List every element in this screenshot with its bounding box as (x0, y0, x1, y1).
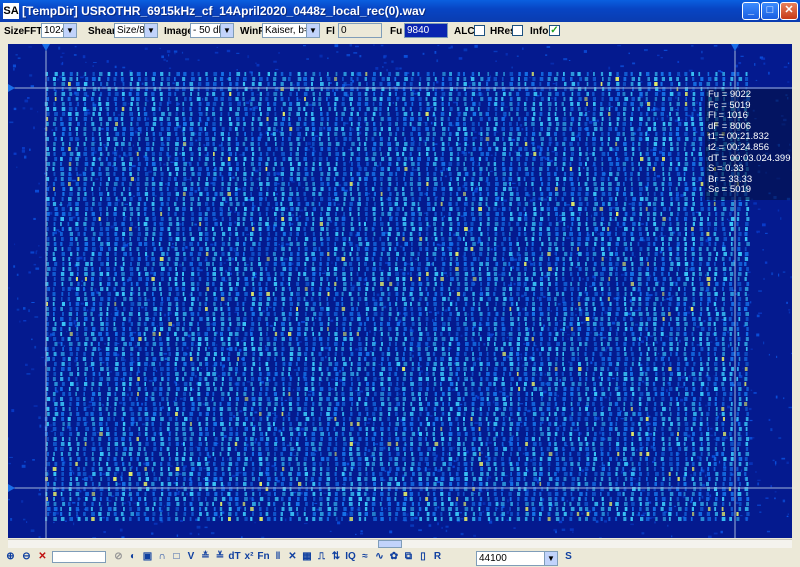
pulse-icon[interactable]: ⎍ (315, 550, 328, 563)
samplerate-value: 44100 (479, 553, 507, 564)
iq-icon[interactable]: IQ (344, 550, 357, 563)
page-icon[interactable]: ▯ (417, 550, 430, 563)
info-t2: t2 = 00:24.856 (708, 141, 770, 153)
shear-label: Shear (88, 26, 116, 37)
alc-checkbox[interactable] (474, 25, 485, 36)
info-checkbox[interactable]: ✓ (549, 25, 560, 36)
minimize-button[interactable]: _ (742, 2, 760, 20)
fl-label: Fl (326, 26, 335, 37)
fn-icon[interactable]: Fn (257, 550, 270, 563)
chevron-down-icon[interactable]: ▼ (306, 24, 319, 37)
spectrogram-image[interactable] (8, 44, 792, 538)
wave2-icon[interactable]: ∿ (373, 550, 386, 563)
cross-x-icon[interactable]: ✕ (286, 550, 299, 563)
fl-field[interactable]: 0 (338, 23, 382, 38)
position-field[interactable] (52, 551, 106, 563)
title-bar: SA [TempDir] USROTHR_6915kHz_cf_14April2… (0, 0, 800, 22)
alc-label: ALC (454, 26, 475, 37)
toolbar: SizeFFT 1024 ▼ Shear Size/8 ▼ Image - 50… (0, 22, 800, 42)
info-fu: Fu = 9022 (708, 89, 752, 100)
fu-label: Fu (390, 26, 403, 37)
wave-icon[interactable]: ≈ (359, 550, 372, 563)
image-select[interactable]: - 50 db ▼ (190, 23, 234, 38)
maximize-button[interactable]: □ (761, 2, 779, 20)
v-icon[interactable]: V (185, 550, 198, 563)
spectrogram-view[interactable]: Fu = 9022 Fc = 5019 Fl = 1016 dF = 8006 … (8, 44, 792, 538)
disabled-icon[interactable]: ⊘ (112, 550, 125, 563)
samplerate-select[interactable]: 44100 ▼ (476, 551, 558, 566)
bottom-toolbar: 44100 ▼ ⊕ ⊖ ✕ ⊘ ◐ ▣ ∩ □ V ≛ ≚ dT x² Fn ‖ ✕ ▦ ⎍ ⇅ IQ ≈ ∿ ✿ ⧉ ▯ R S (0, 548, 800, 567)
image-label: Image (164, 26, 193, 37)
x2-icon[interactable]: x² (243, 550, 256, 563)
winf-label: WinF (240, 26, 265, 37)
stack-up-icon[interactable]: ≛ (199, 550, 212, 563)
dt-icon[interactable]: dT (228, 550, 241, 563)
window-title: [TempDir] USROTHR_6915kHz_cf_14April2020… (22, 4, 426, 18)
stack-down-icon[interactable]: ≚ (214, 550, 227, 563)
gear-icon[interactable]: ✿ (388, 550, 401, 563)
winf-select[interactable]: Kaiser, b=8 ▼ (262, 23, 320, 38)
chevron-down-icon[interactable]: ▼ (544, 552, 557, 565)
copy-icon[interactable]: ⧉ (402, 550, 415, 563)
scrollbar-thumb[interactable] (378, 540, 402, 548)
s-icon[interactable]: S (562, 550, 575, 563)
stop-icon[interactable]: ▣ (141, 550, 154, 563)
grid-icon[interactable]: ▦ (301, 550, 314, 563)
zoom-in-icon[interactable]: ⊕ (4, 550, 17, 563)
sort-icon[interactable]: ⇅ (330, 550, 343, 563)
chevron-down-icon[interactable]: ▼ (63, 24, 76, 37)
speaker-icon[interactable]: ◐ (127, 550, 140, 563)
info-sc: Sc = 5019 (708, 184, 752, 196)
hres-checkbox[interactable] (512, 25, 523, 36)
shear-select[interactable]: Size/8 ▼ (114, 23, 158, 38)
arc-icon[interactable]: ∩ (156, 550, 169, 563)
square-icon[interactable]: □ (170, 550, 183, 563)
info-label: Info (530, 26, 549, 37)
sizefft-label: SizeFFT (4, 26, 43, 37)
zoom-out-icon[interactable]: ⊖ (20, 550, 33, 563)
r-icon[interactable]: R (431, 550, 444, 563)
bars-icon[interactable]: ‖ (272, 550, 285, 563)
app-icon[interactable]: SA (3, 3, 19, 19)
close-button[interactable]: ✕ (780, 2, 798, 20)
sizefft-select[interactable]: 1024 ▼ (41, 23, 77, 38)
info-overlay: Fu = 9022 Fc = 5019 Fl = 1016 dF = 8006 … (705, 89, 792, 200)
fu-field[interactable]: 9840 (404, 23, 448, 38)
chevron-down-icon[interactable]: ▼ (144, 24, 157, 37)
cross-icon[interactable]: ✕ (36, 550, 49, 563)
chevron-down-icon[interactable]: ▼ (220, 24, 233, 37)
shear-value: Size/8 (117, 25, 145, 36)
spectrogram-background (8, 44, 792, 538)
